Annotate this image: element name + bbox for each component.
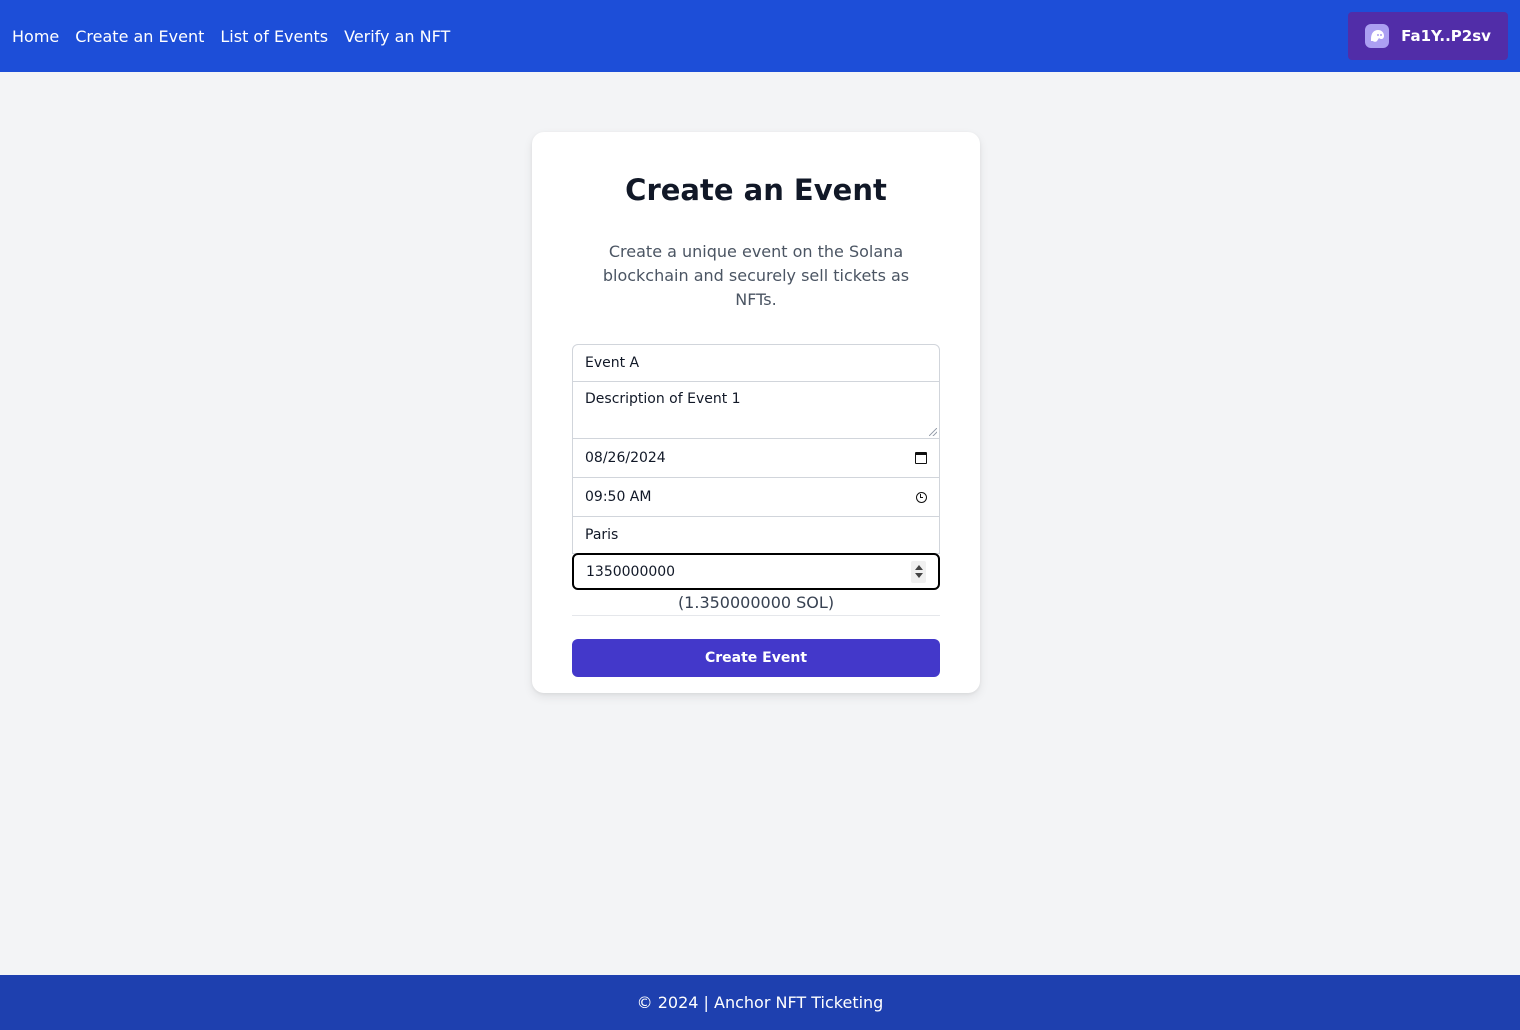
nav-link-verify-nft[interactable]: Verify an NFT	[344, 27, 450, 46]
calendar-icon[interactable]	[915, 452, 927, 464]
event-date-value: 08/26/2024	[585, 450, 666, 466]
nav-link-home[interactable]: Home	[12, 27, 59, 46]
create-event-form: Event A Description of Event 1 08/26/202…	[572, 344, 940, 677]
event-location-input[interactable]: Paris	[572, 516, 940, 554]
phantom-ghost-icon	[1365, 24, 1390, 48]
event-name-input[interactable]: Event A	[572, 344, 940, 382]
event-time-input[interactable]: 09:50 AM	[572, 477, 940, 517]
create-event-card: Create an Event Create a unique event on…	[532, 132, 980, 693]
wallet-address: Fa1Y..P2sv	[1401, 27, 1491, 45]
event-date-input[interactable]: 08/26/2024	[572, 438, 940, 478]
page-description: Create a unique event on the Solana bloc…	[602, 242, 910, 309]
top-navbar: Home Create an Event List of Events Veri…	[0, 0, 1520, 72]
create-event-button[interactable]: Create Event	[572, 639, 940, 677]
event-time-value: 09:50 AM	[585, 489, 652, 505]
stepper-down-icon[interactable]	[914, 573, 923, 578]
footer: © 2024 | Anchor NFT Ticketing	[0, 975, 1520, 1030]
nav-links: Home Create an Event List of Events Veri…	[12, 27, 450, 46]
footer-text: © 2024 | Anchor NFT Ticketing	[636, 993, 884, 1012]
price-sol-hint: (1.350000000 SOL)	[572, 590, 940, 616]
page-title: Create an Event	[625, 173, 887, 207]
number-stepper[interactable]	[911, 560, 926, 583]
ticket-price-value: 1350000000	[586, 563, 676, 580]
nav-link-list-events[interactable]: List of Events	[220, 27, 328, 46]
event-description-value: Description of Event 1	[585, 391, 741, 407]
event-description-textarea[interactable]: Description of Event 1	[572, 381, 940, 439]
wallet-button[interactable]: Fa1Y..P2sv	[1348, 12, 1508, 60]
ticket-price-input[interactable]: 1350000000	[572, 553, 940, 590]
stepper-up-icon[interactable]	[914, 565, 923, 570]
clock-icon[interactable]	[916, 491, 927, 503]
event-location-value: Paris	[585, 527, 619, 543]
event-name-value: Event A	[585, 355, 640, 371]
nav-link-create-event[interactable]: Create an Event	[75, 27, 204, 46]
resize-handle-icon[interactable]	[929, 428, 937, 436]
